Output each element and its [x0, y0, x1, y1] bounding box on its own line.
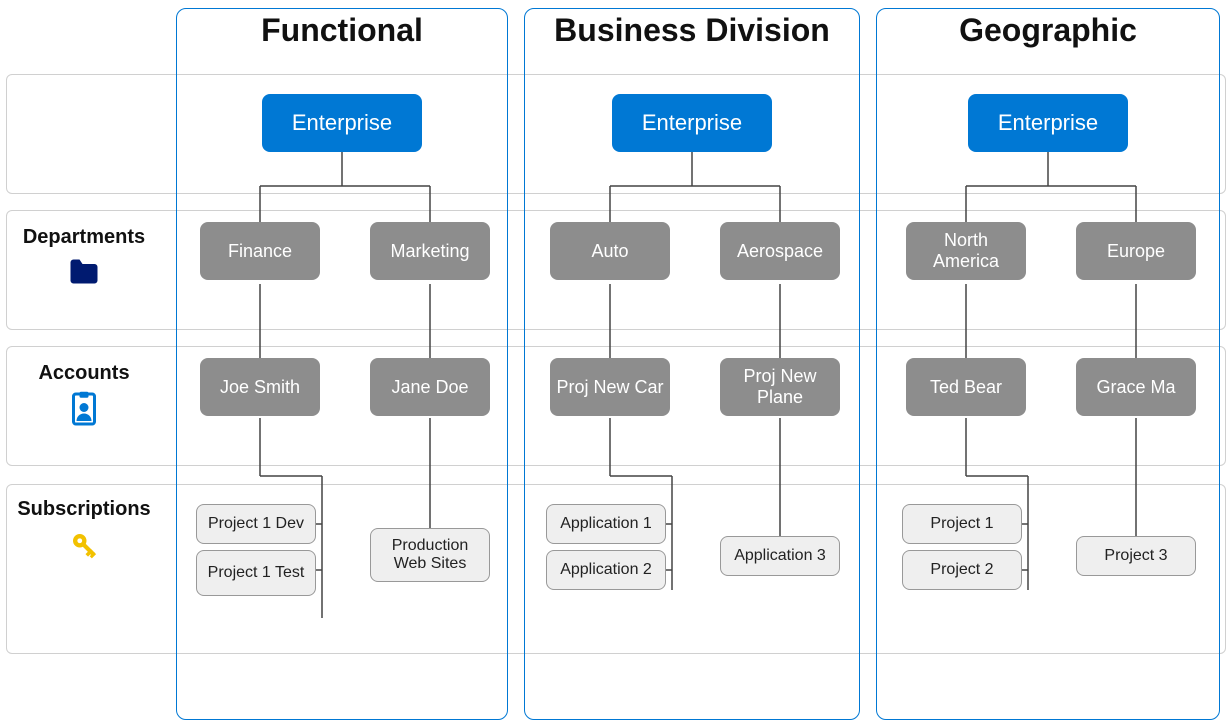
sub-project-1: Project 1	[902, 504, 1022, 544]
row-label-subscriptions: Subscriptions	[0, 498, 168, 563]
sub-project-3: Project 3	[1076, 536, 1196, 576]
sub-application-2: Application 2	[546, 550, 666, 590]
dept-north-america: North America	[906, 222, 1026, 280]
dept-europe: Europe	[1076, 222, 1196, 280]
dept-finance: Finance	[200, 222, 320, 280]
badge-icon	[66, 391, 102, 427]
dept-auto: Auto	[550, 222, 670, 280]
dept-aerospace: Aerospace	[720, 222, 840, 280]
dept-marketing: Marketing	[370, 222, 490, 280]
key-icon	[66, 527, 102, 563]
enterprise-functional: Enterprise	[262, 94, 422, 152]
acct-joe-smith: Joe Smith	[200, 358, 320, 416]
row-label-accounts: Accounts	[0, 362, 168, 427]
acct-proj-new-car: Proj New Car	[550, 358, 670, 416]
acct-grace-ma: Grace Ma	[1076, 358, 1196, 416]
sub-project-2: Project 2	[902, 550, 1022, 590]
col-header-business: Business Division	[524, 12, 860, 60]
departments-label: Departments	[23, 226, 145, 248]
acct-ted-bear: Ted Bear	[906, 358, 1026, 416]
row-label-departments: Departments	[0, 226, 168, 291]
sub-application-3: Application 3	[720, 536, 840, 576]
enterprise-geographic: Enterprise	[968, 94, 1128, 152]
sub-project1-dev: Project 1 Dev	[196, 504, 316, 544]
sub-application-1: Application 1	[546, 504, 666, 544]
acct-proj-new-plane: Proj New Plane	[720, 358, 840, 416]
folder-icon	[66, 255, 102, 291]
acct-jane-doe: Jane Doe	[370, 358, 490, 416]
col-header-functional: Functional	[176, 12, 508, 60]
subscriptions-label: Subscriptions	[17, 498, 150, 520]
enterprise-business: Enterprise	[612, 94, 772, 152]
accounts-label: Accounts	[38, 362, 129, 384]
col-header-geographic: Geographic	[876, 12, 1220, 60]
sub-project1-test: Project 1 Test	[196, 550, 316, 596]
sub-production-web: Production Web Sites	[370, 528, 490, 582]
